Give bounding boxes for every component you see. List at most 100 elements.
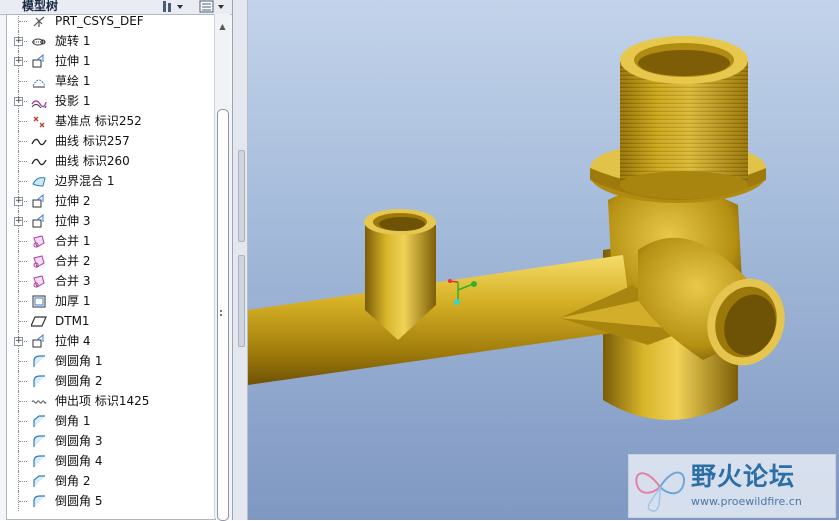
forum-watermark: 野火论坛 www.proewildfire.cn <box>628 454 836 518</box>
tree-item[interactable]: 倒角 1 <box>7 411 213 431</box>
round-icon <box>33 375 45 387</box>
tree-item-label: 倒圆角 5 <box>55 494 103 508</box>
tree-item-label: DTM1 <box>55 314 90 328</box>
tree-item[interactable]: 曲线 标识260 <box>7 151 213 171</box>
tree-item[interactable]: 合并 1 <box>7 231 213 251</box>
tree-guide-line <box>19 501 27 502</box>
scrollbar-thumb[interactable] <box>217 109 229 521</box>
chamfer-icon <box>33 475 45 487</box>
tree-item[interactable]: 曲线 标识257 <box>7 131 213 151</box>
extrude-icon <box>32 214 44 228</box>
revolve-icon <box>32 38 46 46</box>
model-tree-panel: 模型树 PRT_CSYS_DEF + 旋转 1 + 拉伸 1 草绘 1 + 投影 1 基准点 标… <box>0 0 233 521</box>
expand-icon[interactable]: + <box>14 57 23 66</box>
tree-guide-line <box>19 321 27 322</box>
tree-list-icon <box>199 0 224 13</box>
3d-viewport[interactable] <box>248 0 839 520</box>
tree-item[interactable]: 合并 3 <box>7 271 213 291</box>
tree-item-label: 边界混合 1 <box>55 174 115 188</box>
extrude-icon <box>32 194 44 208</box>
tree-guide-line <box>19 261 27 262</box>
tree-item[interactable]: + 拉伸 3 <box>7 211 213 231</box>
tree-item-label: 倒圆角 1 <box>55 354 103 368</box>
tree-item[interactable]: 草绘 1 <box>7 71 213 91</box>
tree-item-label: 拉伸 2 <box>55 194 91 208</box>
butterfly-logo-icon <box>635 471 686 512</box>
sketch-icon <box>32 79 46 88</box>
merge-icon <box>33 235 45 248</box>
tree-item[interactable]: 倒圆角 1 <box>7 351 213 371</box>
tree-guide-line <box>19 421 27 422</box>
tree-item-label: 倒圆角 4 <box>55 454 103 468</box>
panel-splitter[interactable] <box>233 0 248 520</box>
round-icon <box>33 355 45 367</box>
tree-item[interactable]: 倒角 2 <box>7 471 213 491</box>
expand-icon[interactable]: + <box>14 97 23 106</box>
tree-item-label: 拉伸 1 <box>55 54 91 68</box>
tree-guide-line <box>19 481 27 482</box>
model-tree-header: 模型树 <box>0 0 232 15</box>
scroll-up-arrow-icon[interactable]: ▲ <box>217 22 228 32</box>
tree-item-label: 曲线 标识260 <box>55 154 130 168</box>
brass-fitting-model <box>248 36 785 420</box>
tree-guide-line <box>19 401 27 402</box>
tree-settings-icon <box>163 1 183 12</box>
curve-icon <box>31 138 47 146</box>
tree-item-label: 倒圆角 3 <box>55 434 103 448</box>
model-tree-scrollbar[interactable]: ▲ <box>214 14 230 521</box>
expand-icon[interactable]: + <box>14 197 23 206</box>
splitter-handle-top[interactable] <box>238 150 245 242</box>
tree-display-button[interactable] <box>198 0 228 13</box>
tree-item[interactable]: PRT_CSYS_DEF <box>7 14 213 31</box>
boundary-blend-icon <box>32 177 46 187</box>
tree-item[interactable]: + 拉伸 2 <box>7 191 213 211</box>
splitter-handle-bottom[interactable] <box>238 255 245 347</box>
tree-item[interactable]: + 投影 1 <box>7 91 213 111</box>
tree-item[interactable]: 倒圆角 5 <box>7 491 213 511</box>
tree-item[interactable]: 倒圆角 2 <box>7 371 213 391</box>
tree-item[interactable]: 合并 2 <box>7 251 213 271</box>
tree-item-label: 拉伸 3 <box>55 214 91 228</box>
tree-item-label: 旋转 1 <box>55 34 91 48</box>
watermark-title: 野火论坛 <box>691 462 796 491</box>
tree-guide-line <box>19 181 27 182</box>
tree-item[interactable]: 倒圆角 3 <box>7 431 213 451</box>
tree-item-label: 合并 1 <box>55 234 91 248</box>
tree-item[interactable]: + 拉伸 1 <box>7 51 213 71</box>
tree-item-label: 拉伸 4 <box>55 334 91 348</box>
protrusion-icon <box>31 400 47 404</box>
extrude-icon <box>32 54 44 68</box>
tree-settings-button[interactable] <box>160 0 190 13</box>
expand-icon[interactable]: + <box>14 217 23 226</box>
csys-icon <box>33 16 45 27</box>
tree-item[interactable]: 加厚 1 <box>7 291 213 311</box>
tree-item-label: PRT_CSYS_DEF <box>55 14 144 28</box>
watermark-url: www.proewildfire.cn <box>691 495 802 508</box>
tree-guide-line <box>19 81 27 82</box>
chamfer-icon <box>33 415 45 427</box>
tree-item[interactable]: 基准点 标识252 <box>7 111 213 131</box>
projection-icon <box>31 100 47 108</box>
tree-item[interactable]: 边界混合 1 <box>7 171 213 191</box>
tree-item[interactable]: 倒圆角 4 <box>7 451 213 471</box>
expand-icon[interactable]: + <box>14 337 23 346</box>
tree-guide-line <box>19 161 27 162</box>
tree-item-label: 合并 2 <box>55 254 91 268</box>
tree-item-label: 合并 3 <box>55 274 91 288</box>
tree-guide-line <box>19 301 27 302</box>
tree-item[interactable]: DTM1 <box>7 311 213 331</box>
round-icon <box>33 435 45 447</box>
tree-guide-line <box>19 21 27 22</box>
round-icon <box>33 495 45 507</box>
tree-guide-line <box>18 15 19 31</box>
expand-icon[interactable]: + <box>14 37 23 46</box>
tree-item[interactable]: 伸出项 标识1425 <box>7 391 213 411</box>
datum-plane-icon <box>31 316 47 327</box>
tree-item-label: 伸出项 标识1425 <box>55 394 150 408</box>
tree-guide-line <box>19 441 27 442</box>
tree-item[interactable]: + 旋转 1 <box>7 31 213 51</box>
tree-item[interactable]: + 拉伸 4 <box>7 331 213 351</box>
merge-icon <box>33 255 45 268</box>
tree-item-label: 草绘 1 <box>55 74 91 88</box>
tree-guide-line <box>19 361 27 362</box>
